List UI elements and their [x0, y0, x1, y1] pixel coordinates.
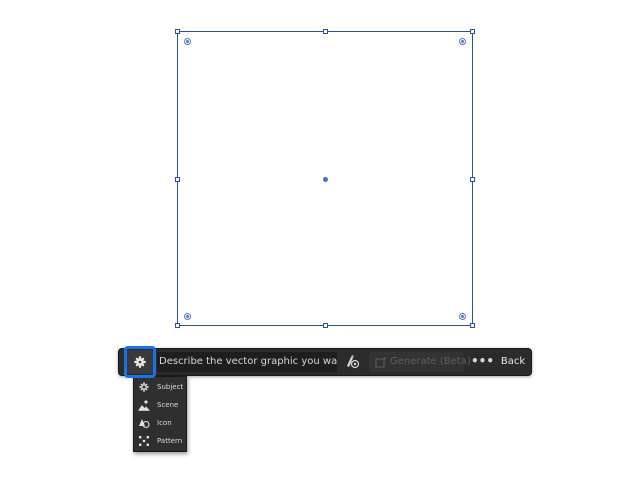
menu-label-pattern: Pattern: [157, 437, 183, 445]
corner-widget-top-right[interactable]: [459, 38, 466, 45]
content-type-menu: Subject Scene Icon Pattern: [133, 376, 187, 452]
style-picker-icon: [347, 355, 360, 369]
subject-icon: [134, 356, 146, 368]
corner-widget-bottom-right[interactable]: [459, 313, 466, 320]
menu-item-pattern[interactable]: Pattern: [134, 432, 186, 450]
center-point: [323, 177, 328, 182]
handle-bottom-center[interactable]: [323, 323, 328, 328]
menu-label-subject: Subject: [157, 383, 184, 391]
subject-icon: [139, 382, 149, 392]
generate-button[interactable]: Generate (Beta): [369, 352, 471, 372]
corner-widget-top-left[interactable]: [184, 38, 191, 45]
generate-label: Generate (Beta): [390, 356, 471, 367]
menu-label-scene: Scene: [157, 401, 179, 409]
pattern-icon: [139, 436, 149, 446]
contextual-task-bar: Describe the vector graphic you want to …: [118, 348, 532, 376]
scene-icon: [138, 400, 150, 411]
menu-label-icon: Icon: [157, 419, 172, 427]
artboard-selection[interactable]: [175, 29, 475, 328]
handle-middle-left[interactable]: [175, 177, 180, 182]
back-button[interactable]: Back: [499, 352, 527, 372]
content-type-button[interactable]: [127, 350, 153, 374]
handle-top-left[interactable]: [175, 29, 180, 34]
corner-widget-bottom-left[interactable]: [184, 313, 191, 320]
handle-top-right[interactable]: [470, 29, 475, 34]
more-options-button[interactable]: •••: [471, 352, 494, 372]
handle-bottom-left[interactable]: [175, 323, 180, 328]
icon-type-icon: [139, 419, 150, 429]
handle-middle-right[interactable]: [470, 177, 475, 182]
generate-icon: [375, 356, 387, 368]
handle-top-center[interactable]: [323, 29, 328, 34]
menu-item-subject[interactable]: Subject: [134, 378, 186, 396]
prompt-input[interactable]: Describe the vector graphic you want to: [157, 352, 337, 372]
menu-item-icon[interactable]: Icon: [134, 414, 186, 432]
handle-bottom-right[interactable]: [470, 323, 475, 328]
style-picker-button[interactable]: [341, 352, 363, 372]
menu-item-scene[interactable]: Scene: [134, 396, 186, 414]
